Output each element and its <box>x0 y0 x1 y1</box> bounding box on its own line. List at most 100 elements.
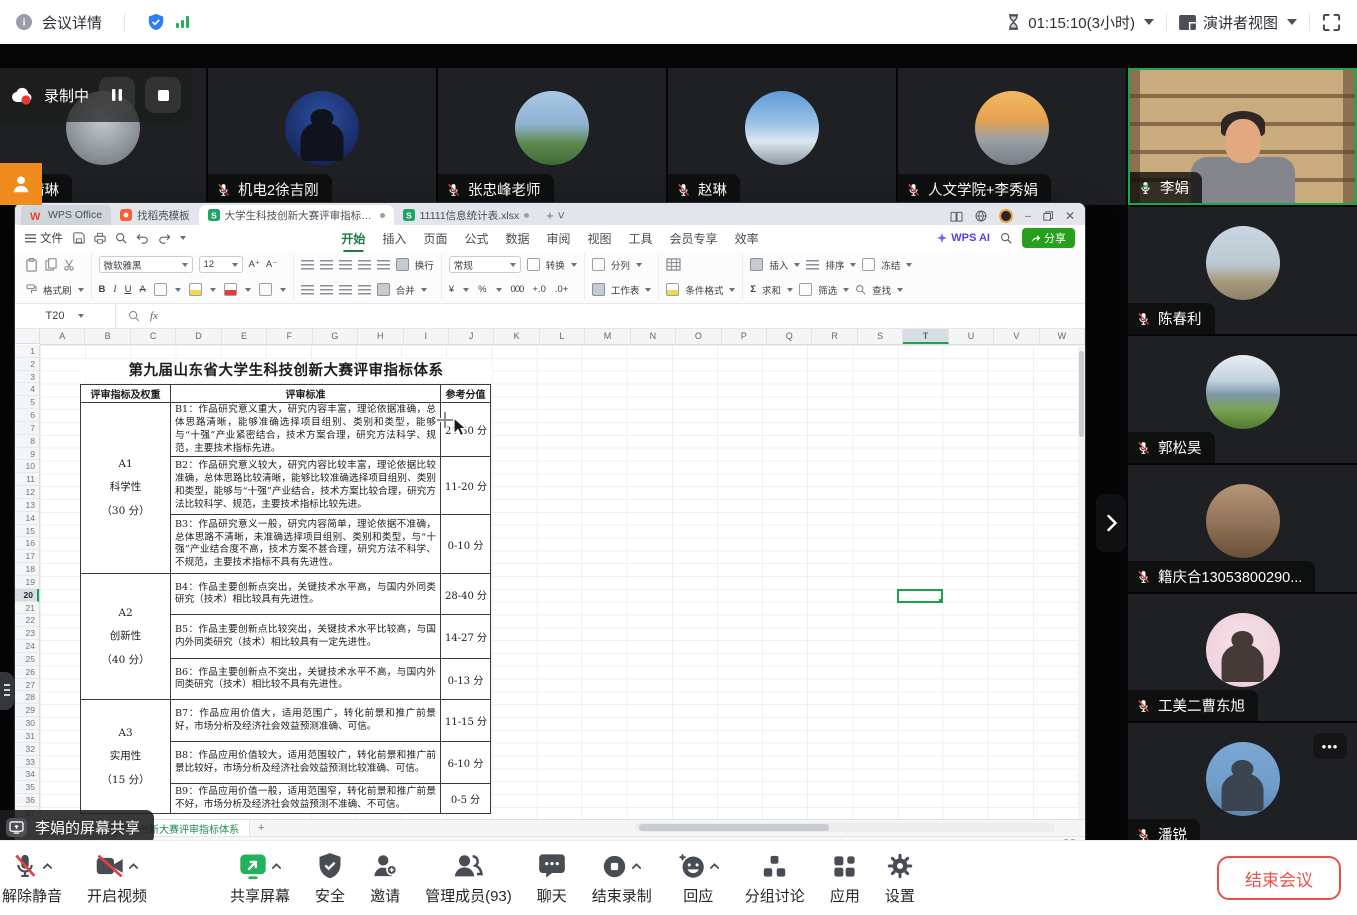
add-sheet-button[interactable]: + <box>258 822 264 834</box>
toolbar-security[interactable]: 安全 <box>315 850 345 906</box>
document-tab[interactable]: 找稻壳模板 <box>111 205 199 225</box>
column-header-Q[interactable]: Q <box>767 329 812 344</box>
row-header-36[interactable]: 36 <box>15 794 39 807</box>
participant-tile[interactable]: 机电2徐吉刚 <box>208 68 436 205</box>
row-header-32[interactable]: 32 <box>15 743 39 756</box>
toolbar-reaction[interactable]: 回应 <box>677 850 720 906</box>
toolbar-members[interactable]: 管理成员(93) <box>425 850 512 906</box>
row-header-26[interactable]: 26 <box>15 666 39 679</box>
column-header-V[interactable]: V <box>994 329 1039 344</box>
row-header-18[interactable]: 18 <box>15 563 39 576</box>
column-header-O[interactable]: O <box>676 329 721 344</box>
ribbon-tab-视图[interactable]: 视图 <box>588 230 612 247</box>
chevron-up-icon[interactable] <box>271 862 282 870</box>
toolbar-invite[interactable]: 邀请 <box>370 850 400 906</box>
column-header-J[interactable]: J <box>449 329 494 344</box>
ribbon-tab-工具[interactable]: 工具 <box>629 230 653 247</box>
select-all-corner[interactable] <box>15 329 40 344</box>
column-headers[interactable]: ABCDEFGHIJKLMNOPQRSTUVW <box>40 329 1085 345</box>
zoom-formula-icon[interactable] <box>128 310 140 322</box>
row-header-3[interactable]: 3 <box>15 371 39 384</box>
row-header-27[interactable]: 27 <box>15 679 39 692</box>
new-tab-button[interactable]: + ˅ <box>546 208 565 223</box>
selected-cell[interactable] <box>897 589 943 603</box>
search-icon[interactable] <box>1000 232 1012 244</box>
toolbar-apps[interactable]: 应用 <box>830 850 860 906</box>
row-header-8[interactable]: 8 <box>15 435 39 448</box>
toolbar-screen-share[interactable]: 共享屏幕 <box>230 850 290 906</box>
row-header-10[interactable]: 10 <box>15 460 39 473</box>
dock-handle[interactable] <box>0 672 14 710</box>
chevron-up-icon[interactable] <box>42 862 53 870</box>
file-menu[interactable]: 文件 <box>25 230 63 246</box>
quick-access-toolbar[interactable] <box>73 232 186 244</box>
font-size-select[interactable]: 12 <box>199 256 243 273</box>
row-header-1[interactable]: 1 <box>15 345 39 358</box>
column-header-E[interactable]: E <box>222 329 267 344</box>
wps-ai-button[interactable]: WPS AI <box>937 232 990 244</box>
meeting-timer[interactable]: 01:15:10(3小时) <box>1006 12 1154 33</box>
meeting-details-link[interactable]: 会议详情 <box>42 12 102 33</box>
row-headers[interactable]: 1234567891011121314151617181920212223242… <box>15 345 40 819</box>
document-tab[interactable]: S大学生科技创新大赛评审指标体... <box>199 205 394 225</box>
chevron-up-icon[interactable] <box>709 862 720 870</box>
column-header-L[interactable]: L <box>540 329 585 344</box>
row-header-5[interactable]: 5 <box>15 396 39 409</box>
column-header-S[interactable]: S <box>858 329 903 344</box>
chevron-up-icon[interactable] <box>128 862 139 870</box>
network-signal-icon[interactable] <box>175 15 191 29</box>
view-mode-switch[interactable]: 演讲者视图 <box>1179 12 1297 33</box>
info-icon[interactable]: i <box>16 14 32 30</box>
row-header-22[interactable]: 22 <box>15 614 39 627</box>
row-header-15[interactable]: 15 <box>15 525 39 538</box>
document-tab[interactable]: WWPS Office <box>21 205 111 225</box>
column-header-R[interactable]: R <box>812 329 857 344</box>
cell-reference-box[interactable]: T20 <box>15 304 116 328</box>
column-header-U[interactable]: U <box>949 329 994 344</box>
row-header-12[interactable]: 12 <box>15 486 39 499</box>
minimize-button[interactable]: – <box>1025 210 1031 222</box>
row-header-35[interactable]: 35 <box>15 781 39 794</box>
row-header-11[interactable]: 11 <box>15 473 39 486</box>
toolbar-chat[interactable]: 聊天 <box>537 850 567 906</box>
participant-tile[interactable]: 郭松昊 <box>1128 336 1357 463</box>
security-shield-icon[interactable] <box>147 13 165 31</box>
row-header-2[interactable]: 2 <box>15 358 39 371</box>
column-header-W[interactable]: W <box>1040 329 1085 344</box>
row-header-13[interactable]: 13 <box>15 499 39 512</box>
participant-tile[interactable]: 赵琳 <box>668 68 896 205</box>
horizontal-scrollbar[interactable] <box>635 823 1055 832</box>
row-header-29[interactable]: 29 <box>15 704 39 717</box>
row-header-31[interactable]: 31 <box>15 730 39 743</box>
participant-tile[interactable]: 人文学院+李秀娟 <box>898 68 1126 205</box>
row-header-20[interactable]: 20 <box>15 589 39 602</box>
more-options-button[interactable]: ••• <box>1313 733 1347 759</box>
ribbon-tab-页面[interactable]: 页面 <box>423 230 447 247</box>
toolbar-breakout[interactable]: 分组讨论 <box>745 850 805 906</box>
ribbon-tab-数据[interactable]: 数据 <box>505 230 529 247</box>
cells-group[interactable]: 分列 工作表 <box>585 254 660 300</box>
row-header-24[interactable]: 24 <box>15 640 39 653</box>
row-header-21[interactable]: 21 <box>15 602 39 615</box>
row-header-19[interactable]: 19 <box>15 576 39 589</box>
globe-icon[interactable] <box>975 210 987 222</box>
speaker-tile[interactable]: 李娟 <box>1128 68 1357 205</box>
column-header-I[interactable]: I <box>404 329 449 344</box>
participant-tile[interactable]: 陈春利 <box>1128 207 1357 334</box>
row-header-17[interactable]: 17 <box>15 550 39 563</box>
sidebar-collapse-button[interactable] <box>1096 494 1126 552</box>
clipboard-group[interactable]: 格式刷 <box>19 254 92 300</box>
ribbon-tab-开始[interactable]: 开始 <box>341 230 365 247</box>
styles-group[interactable]: 条件格式 <box>659 254 743 300</box>
document-tab[interactable]: S11111信息统计表.xlsx <box>394 205 539 225</box>
pause-recording-button[interactable] <box>99 77 135 113</box>
chevron-up-icon[interactable] <box>631 862 642 870</box>
column-header-G[interactable]: G <box>313 329 358 344</box>
ribbon-tab-插入[interactable]: 插入 <box>382 230 406 247</box>
toolbar-stop-record[interactable]: 结束录制 <box>592 850 652 906</box>
vertical-scrollbar[interactable] <box>1078 345 1085 819</box>
column-header-T[interactable]: T <box>903 329 948 344</box>
column-header-C[interactable]: C <box>131 329 176 344</box>
number-group[interactable]: 常规 转换 ¥%000+.0.0+ <box>442 254 585 300</box>
row-header-28[interactable]: 28 <box>15 691 39 704</box>
